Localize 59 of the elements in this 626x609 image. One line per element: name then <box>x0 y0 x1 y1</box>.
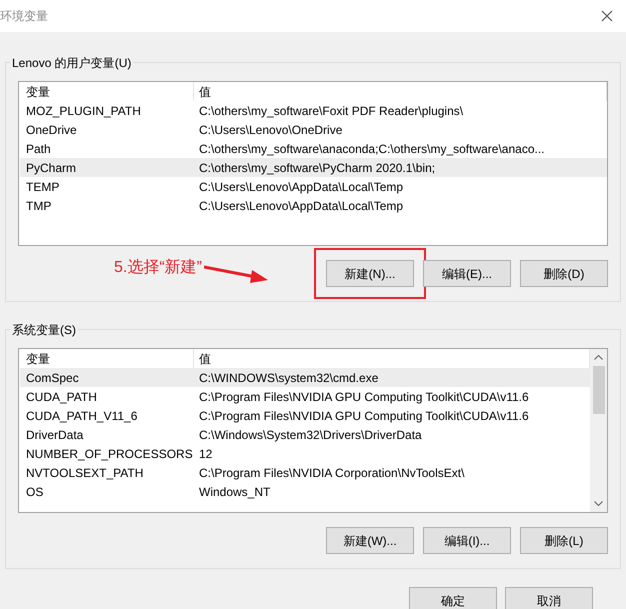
variable-row[interactable]: MOZ_PLUGIN_PATH C:\others\my_software\Foxit PDF Reader\plugins\ <box>20 101 607 120</box>
variable-name: PyCharm <box>25 160 78 176</box>
scroll-down-icon[interactable] <box>594 501 603 506</box>
variable-name: ComSpec <box>25 370 80 386</box>
variable-row[interactable]: ComSpec C:\WINDOWS\system32\cmd.exe <box>20 368 590 387</box>
variable-name: OS <box>25 484 44 500</box>
variable-row[interactable]: CUDA_PATH_V11_6 C:\Program Files\NVIDIA GPU Computing Toolkit\CUDA\v11.6 <box>20 406 590 425</box>
close-icon[interactable] <box>601 10 613 22</box>
group-title: Lenovo 的用户变量(U) <box>10 54 134 72</box>
annotation-text: 5.选择“新建” <box>114 258 202 278</box>
column-header[interactable]: 变量 <box>20 82 194 101</box>
window-title: 环境变量 <box>0 8 48 25</box>
scroll-up-icon[interactable] <box>594 355 603 360</box>
variable-name: Path <box>25 140 52 158</box>
variable-row[interactable]: NVTOOLSEXT_PATH C:\Program Files\NVIDIA Corporation\NvToolsExt\ <box>20 463 590 482</box>
variable-value: 12 <box>198 446 212 462</box>
variable-value: Windows_NT <box>198 484 270 500</box>
variable-row[interactable]: CUDA_PATH C:\Program Files\NVIDIA GPU Computing Toolkit\CUDA\v11.6 <box>20 387 590 406</box>
variable-value: C:\others\my_software\PyCharm 2020.1\bin; <box>198 160 436 176</box>
variable-value: C:\Windows\System32\Drivers\DriverData <box>198 426 422 444</box>
variable-name: NUMBER_OF_PROCESSORS <box>25 446 194 462</box>
group-title: 系统变量(S) <box>10 321 78 339</box>
arrow-icon <box>204 264 268 284</box>
variable-row[interactable]: TMP C:\Users\Lenovo\AppData\Local\Temp <box>20 196 607 215</box>
scrollbar[interactable] <box>590 349 607 512</box>
variable-row[interactable]: PyCharm C:\others\my_software\PyCharm 2020.1\bin; <box>20 158 607 177</box>
variable-name: TEMP <box>25 178 60 196</box>
variable-value: C:\others\my_software\Foxit PDF Reader\plugins\ <box>198 102 464 120</box>
scroll-thumb[interactable] <box>592 366 604 414</box>
variable-value: C:\Users\Lenovo\AppData\Local\Temp <box>198 198 404 214</box>
variable-value: C:\Users\Lenovo\AppData\Local\Temp <box>198 178 404 196</box>
variable-value: C:\WINDOWS\system32\cmd.exe <box>198 370 378 386</box>
variable-name: CUDA_PATH_V11_6 <box>25 408 138 424</box>
dialog-button[interactable]: 取消 <box>505 587 593 609</box>
variable-name: TMP <box>25 198 52 214</box>
dialog-button[interactable]: 删除(D) <box>520 260 608 287</box>
variable-value: C:\Program Files\NVIDIA GPU Computing Toolkit\CUDA\v11.6 <box>198 388 529 406</box>
variable-row[interactable]: DriverData C:\Windows\System32\Drivers\DriverData <box>20 425 590 444</box>
variable-name: NVTOOLSEXT_PATH <box>25 464 144 482</box>
variable-row[interactable]: Path C:\others\my_software\anaconda;C:\others\my_software\anaco... <box>20 139 607 158</box>
dialog-button[interactable]: 编辑(I)... <box>423 527 511 554</box>
variable-row[interactable]: OS Windows_NT <box>20 482 590 501</box>
dialog-button[interactable]: 确定 <box>409 587 497 609</box>
column-header[interactable]: 值 <box>194 82 607 101</box>
variable-row[interactable]: TEMP C:\Users\Lenovo\AppData\Local\Temp <box>20 177 607 196</box>
variable-name: MOZ_PLUGIN_PATH <box>25 102 142 120</box>
variable-name: CUDA_PATH <box>25 388 98 406</box>
variable-row[interactable]: OneDrive C:\Users\Lenovo\OneDrive <box>20 120 607 139</box>
dialog-button[interactable]: 新建(W)... <box>326 527 414 554</box>
dialog-button[interactable]: 新建(N)... <box>326 260 414 287</box>
dialog-button[interactable]: 删除(L) <box>520 527 608 554</box>
variable-value: C:\others\my_software\anaconda;C:\others\my_software\anaco... <box>198 140 544 158</box>
variable-value: C:\Users\Lenovo\OneDrive <box>198 122 342 138</box>
variable-name: DriverData <box>25 426 84 444</box>
variable-name: OneDrive <box>25 122 78 138</box>
variable-value: C:\Program Files\NVIDIA Corporation\NvToolsExt\ <box>198 464 464 482</box>
variable-row[interactable]: NUMBER_OF_PROCESSORS 12 <box>20 444 590 463</box>
variable-value: C:\Program Files\NVIDIA GPU Computing Toolkit\CUDA\v11.6 <box>198 408 529 424</box>
dialog-button[interactable]: 编辑(E)... <box>423 260 511 287</box>
